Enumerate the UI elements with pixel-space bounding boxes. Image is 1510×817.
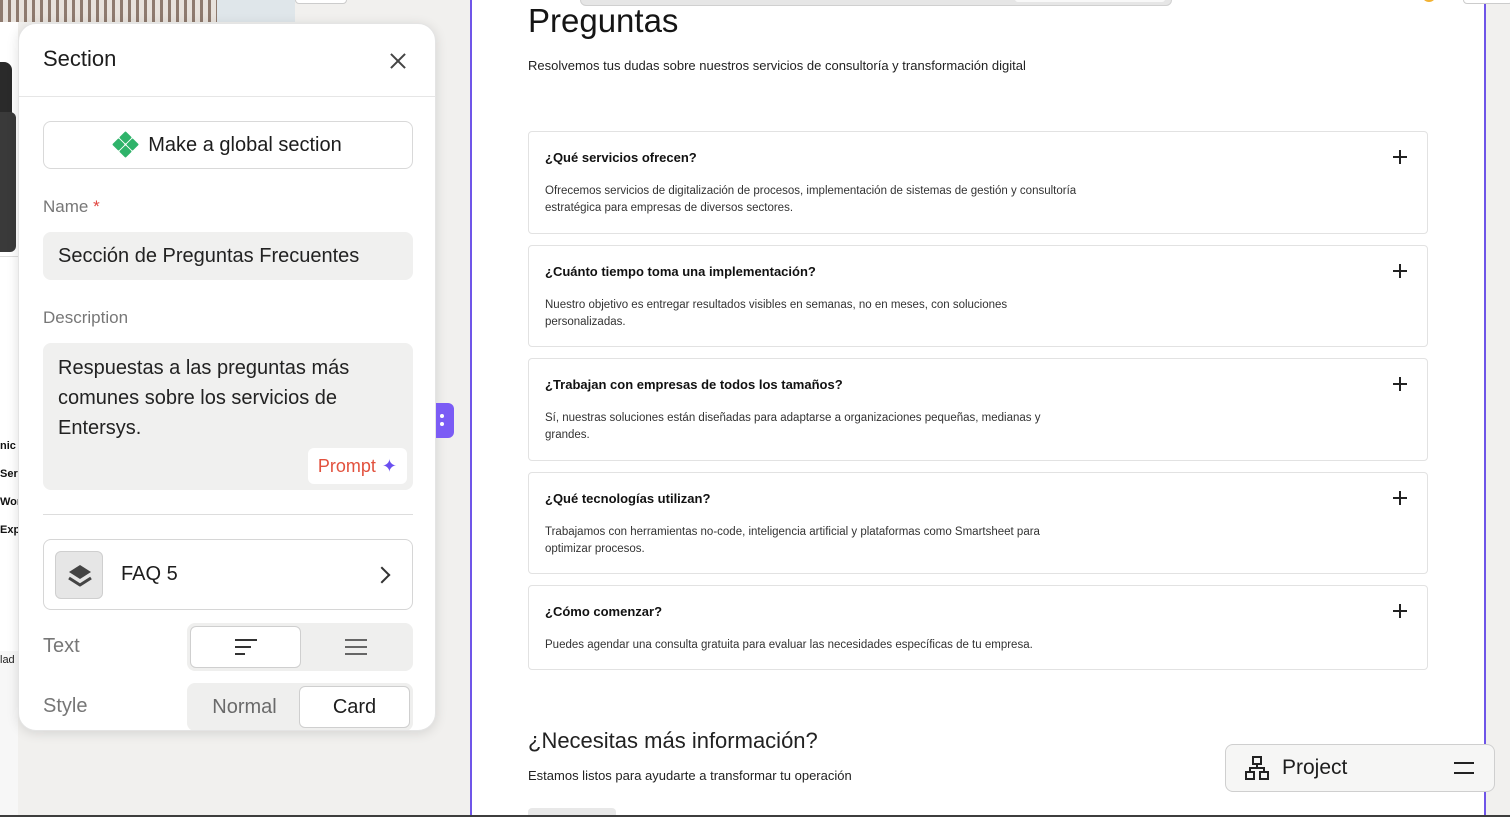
background-photo — [0, 0, 217, 22]
faq-item[interactable]: ¿Qué tecnologías utilizan? Trabajamos co… — [528, 472, 1428, 574]
plus-icon[interactable] — [1393, 150, 1407, 164]
style-toggle: Normal Card — [187, 683, 413, 730]
description-label: Description — [43, 308, 129, 327]
background-person-image-body — [0, 112, 16, 252]
make-global-section-label: Make a global section — [148, 133, 342, 156]
faq-answer: Nuestro objetivo es entregar resultados … — [545, 299, 1008, 328]
panel-title: Section — [43, 46, 117, 71]
faq-answer: Sí, nuestras soluciones están diseñadas … — [545, 412, 1041, 441]
faq-item[interactable]: ¿Qué servicios ofrecen? Ofrecemos servic… — [528, 131, 1428, 234]
plus-icon[interactable] — [1393, 604, 1407, 618]
description-textarea[interactable]: Respuestas a las preguntas más comunes s… — [43, 343, 413, 490]
faq-answer: Puedes agendar una consulta gratuita par… — [545, 639, 1033, 651]
divider — [43, 514, 413, 515]
plus-icon[interactable] — [1393, 377, 1407, 391]
faq-question: ¿Qué servicios ofrecen? — [545, 150, 697, 165]
style-label: Style — [43, 695, 88, 717]
layout-name: FAQ 5 — [121, 563, 178, 585]
background-footer — [0, 651, 18, 817]
faq-title: Preguntas — [528, 2, 679, 39]
layers-icon — [55, 550, 103, 599]
background-card — [295, 0, 347, 4]
more-info-title: ¿Necesitas más información? — [528, 728, 818, 753]
sparkle-icon: ✦ — [381, 455, 397, 476]
chevron-right-icon — [373, 566, 391, 583]
panel-resize-handle[interactable] — [436, 403, 454, 438]
align-left-option[interactable] — [190, 626, 301, 668]
style-option-normal[interactable]: Normal — [190, 686, 299, 728]
plus-icon[interactable] — [1393, 264, 1407, 278]
name-label: Name * — [43, 197, 100, 216]
sitemap-icon — [1245, 756, 1269, 780]
faq-answer: Ofrecemos servicios de digitalización de… — [545, 185, 1077, 214]
layout-selector[interactable]: FAQ 5 — [43, 539, 413, 610]
menu-icon — [1454, 762, 1474, 774]
background-label: lad — [0, 654, 15, 666]
align-center-icon — [344, 639, 367, 655]
section-settings-panel: Section Make a global section Name * Sec… — [18, 23, 436, 731]
prompt-button-label: Prompt — [317, 455, 376, 476]
background-photo-right — [217, 0, 295, 22]
align-left-icon — [234, 639, 257, 655]
prompt-button[interactable]: Prompt ✦ — [307, 448, 407, 484]
text-align-toggle — [187, 623, 413, 671]
description-text: Respuestas a las preguntas más comunes s… — [58, 357, 350, 439]
faq-question: ¿Qué tecnologías utilizan? — [545, 491, 711, 506]
page-preview-canvas: Preguntas Resolvemos tus dudas sobre nue… — [470, 0, 1486, 817]
name-input[interactable]: Sección de Preguntas Frecuentes — [43, 232, 413, 280]
background-image-card — [0, 22, 18, 256]
align-center-option[interactable] — [301, 626, 410, 668]
faq-item[interactable]: ¿Trabajan con empresas de todos los tama… — [528, 358, 1428, 461]
project-label: Project — [1282, 756, 1348, 779]
toolbar-button[interactable] — [1463, 0, 1510, 4]
required-mark: * — [93, 197, 100, 216]
project-button[interactable]: Project — [1225, 744, 1495, 792]
faq-question: ¿Cuánto tiempo toma una implementación? — [545, 264, 816, 279]
more-info-subtitle: Estamos listos para ayudarte a transform… — [528, 768, 852, 783]
faq-question: ¿Cómo comenzar? — [545, 604, 663, 619]
faq-item[interactable]: ¿Cuánto tiempo toma una implementación? … — [528, 245, 1428, 347]
right-margin — [1488, 0, 1510, 817]
close-icon[interactable] — [385, 48, 411, 74]
text-align-label: Text — [43, 635, 80, 657]
plus-icon[interactable] — [1393, 491, 1407, 505]
panel-header: Section — [19, 24, 435, 97]
faq-subtitle: Resolvemos tus dudas sobre nuestros serv… — [528, 58, 1026, 73]
style-option-card[interactable]: Card — [299, 686, 410, 728]
faq-question: ¿Trabajan con empresas de todos los tama… — [545, 377, 843, 392]
make-global-section-button[interactable]: Make a global section — [43, 121, 413, 169]
faq-item[interactable]: ¿Cómo comenzar? Puedes agendar una consu… — [528, 585, 1428, 670]
faq-answer: Trabajamos con herramientas no-code, int… — [545, 526, 1040, 555]
global-section-icon — [112, 131, 140, 158]
